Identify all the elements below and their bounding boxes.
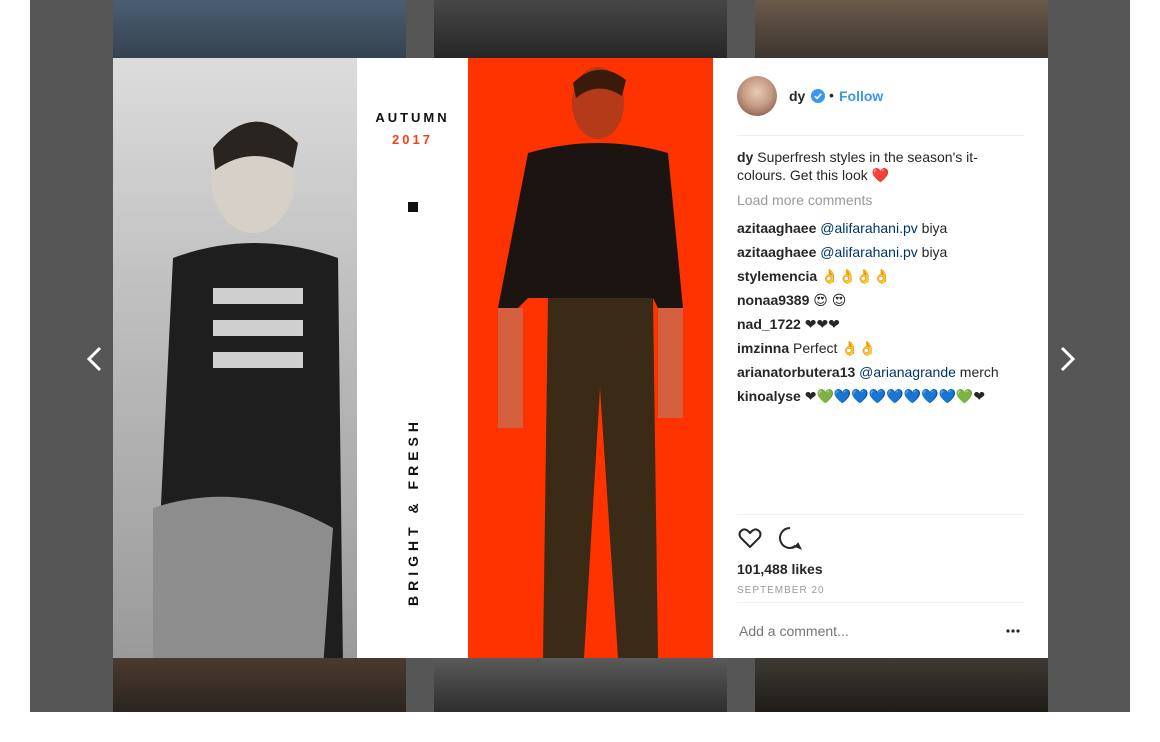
comment-username[interactable]: arianatorbutera13 [737, 364, 855, 380]
comment-item: arianatorbutera13 @arianagrande merch [737, 360, 1024, 384]
caption-text: Superfresh styles in the season's it-col… [737, 149, 978, 183]
grid-thumbnail[interactable] [755, 0, 1048, 58]
text-panel: AUTUMN 2017 BRIGHT & FRESH [357, 58, 468, 658]
grid-thumbnail[interactable] [434, 658, 727, 712]
comment-text: 😍 😍 [813, 292, 847, 308]
post-date: SEPTEMBER 20 [737, 585, 825, 596]
grid-thumbnail[interactable] [434, 0, 727, 58]
vertical-tagline: BRIGHT & FRESH [405, 417, 421, 606]
comment-text: 👌👌👌👌 [821, 268, 891, 284]
comment-icon[interactable] [777, 525, 803, 551]
chevron-left-icon [86, 346, 102, 372]
avatar[interactable] [737, 76, 777, 116]
model-silhouette [153, 121, 343, 658]
grid-thumbnail[interactable] [113, 0, 406, 58]
comment-item: azitaaghaee @alifarahani.pv biya [737, 216, 1024, 240]
comment-text: merch [959, 364, 999, 380]
decorative-square [408, 202, 418, 212]
add-comment-input[interactable] [739, 623, 979, 639]
author-username[interactable]: dy [789, 88, 805, 104]
comment-text: Perfect 👌👌 [793, 340, 877, 356]
likes-count[interactable]: 101,488 likes [737, 561, 1024, 577]
post-image[interactable]: AUTUMN 2017 BRIGHT & FRESH [113, 58, 713, 658]
comment-username[interactable]: kinoalyse [737, 388, 801, 404]
comment-item: nonaa9389 😍 😍 [737, 288, 1024, 312]
comment-username[interactable]: nad_1722 [737, 316, 801, 332]
comment-item: azitaaghaee @alifarahani.pv biya [737, 240, 1024, 264]
comments-list: dy Superfresh styles in the season's it-… [737, 148, 1024, 408]
comment-username[interactable]: imzinna [737, 340, 789, 356]
action-icons [737, 515, 1024, 559]
caption-username[interactable]: dy [737, 149, 753, 165]
red-model-photo [468, 58, 713, 658]
comment-username[interactable]: azitaaghaee [737, 244, 816, 260]
comment-username[interactable]: azitaaghaee [737, 220, 816, 236]
verified-badge-icon [811, 89, 825, 103]
comment-text: biya [921, 244, 948, 260]
season-label: AUTUMN [375, 110, 450, 125]
follow-button[interactable]: Follow [839, 88, 883, 104]
bw-model-photo [113, 58, 357, 658]
comment-username[interactable]: nonaa9389 [737, 292, 809, 308]
post-header: dy • Follow [737, 58, 1024, 136]
load-more-comments-button[interactable]: Load more comments [737, 192, 1024, 208]
post-sidebar: dy • Follow dy Superfresh styles in the … [713, 58, 1048, 658]
comment-text: ❤❤❤ [804, 316, 840, 332]
separator-dot: • [829, 87, 834, 103]
comment-text: biya [921, 220, 948, 236]
comment-mention[interactable]: @alifarahani.pv [820, 244, 918, 260]
grid-thumbnail[interactable] [113, 658, 406, 712]
post-modal: AUTUMN 2017 BRIGHT & FRESH dy • Follow d… [113, 58, 1048, 658]
comment-text: ❤💚💙💙💙💙💙💙💙💚❤ [804, 388, 986, 404]
heart-icon[interactable] [737, 525, 763, 551]
comment-item: kinoalyse ❤💚💙💙💙💙💙💙💙💚❤ [737, 384, 1024, 408]
comment-item: stylemencia 👌👌👌👌 [737, 264, 1024, 288]
comment-item: nad_1722 ❤❤❤ [737, 312, 1024, 336]
post-actions: 101,488 likes SEPTEMBER 20 [737, 514, 1024, 602]
comment-mention[interactable]: @arianagrande [859, 364, 956, 380]
post-caption: dy Superfresh styles in the season's it-… [737, 148, 1024, 184]
comment-mention[interactable]: @alifarahani.pv [820, 220, 918, 236]
add-comment-bar [737, 602, 1024, 659]
grid-thumbnail[interactable] [755, 658, 1048, 712]
chevron-right-icon [1060, 346, 1076, 372]
previous-post-button[interactable] [84, 342, 104, 376]
year-label: 2017 [392, 132, 433, 147]
comment-item: imzinna Perfect 👌👌 [737, 336, 1024, 360]
next-post-button[interactable] [1058, 342, 1078, 376]
more-options-icon[interactable] [1006, 629, 1020, 633]
comment-username[interactable]: stylemencia [737, 268, 817, 284]
model-silhouette [498, 67, 683, 658]
